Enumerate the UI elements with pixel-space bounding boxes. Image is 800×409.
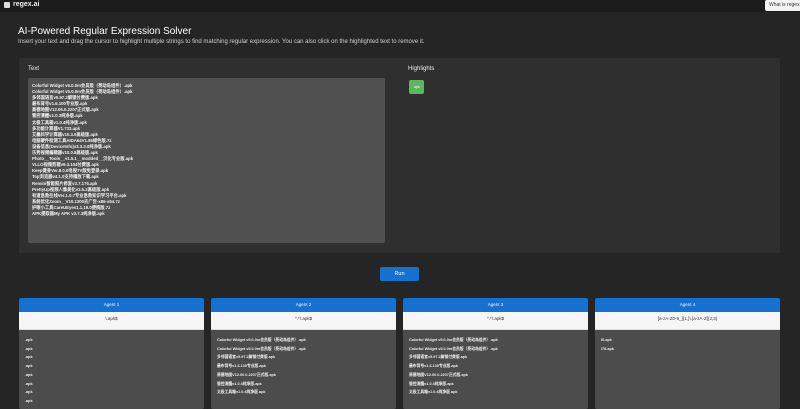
result-item: Colorful Widget v5.0.0m会员版（亮动岛组件）.apk	[217, 338, 306, 342]
agent-card-3: Agent 3 ^.*\.apk$ Colorful Widget v5.0.0…	[403, 298, 588, 409]
page-subtitle: Insert your text and drag the cursor to …	[18, 39, 425, 45]
result-item: .apk	[25, 381, 33, 386]
text-input-area[interactable]: Colorful Widget v5.0.0m会员版（亮动岛组件）.apk Col…	[28, 78, 385, 243]
agent-card-1: Agent 1 \.apk$ .apk .apk .apk .apk .apk .apk.…	[19, 298, 204, 409]
result-item: 太极工具箱v1.0.4纯净版.apk	[217, 390, 266, 395]
page-title: AI-Powered Regular Expression Solver	[18, 26, 192, 37]
result-item: .apk	[25, 338, 33, 342]
agent-title: Agent 2	[211, 298, 396, 312]
result-item: 最布背号v1.6.100专业版.apk	[217, 364, 266, 369]
editor-panel: Text Highlights Colorful Widget v5.0.0m会…	[19, 58, 780, 253]
highlights-label: Highlights	[408, 66, 435, 72]
result-item: .apk	[25, 355, 33, 360]
result-item: Colorful Widget v5.0.0m会员版（亮动岛组件）.apk	[217, 346, 306, 351]
result-item: 管控清醒v1.0.3纯净版.apk	[409, 381, 454, 386]
result-item: .apk	[25, 346, 33, 351]
agent-results: .apk .apk .apk .apk .apk .apk .apk .apk	[19, 330, 204, 406]
result-item: Colorful Widget v5.0.0m会员版（亮动岛组件）.apk	[409, 346, 498, 351]
agent-regex[interactable]: \.apk$	[19, 312, 204, 330]
top-bar: regex.ai What is regex	[0, 0, 800, 12]
result-item: l0.apk	[601, 338, 612, 342]
logo-icon	[4, 1, 10, 8]
what-is-regex-button[interactable]: What is regex	[765, 0, 800, 11]
result-item: 多邻国语言v5.97.2解锁付费版.apk	[409, 355, 468, 360]
result-item: 高德地图V12.06.0.2207正式版.apk	[409, 372, 468, 377]
run-button[interactable]: Run	[380, 267, 419, 281]
result-item: .apk	[25, 390, 33, 395]
text-line[interactable]: APK提取器My APK v3.7.3纯净版.apk	[32, 211, 381, 217]
app-name: regex.ai	[13, 1, 40, 8]
agent-title: Agent 4	[595, 298, 780, 312]
logo[interactable]: regex.ai	[4, 1, 39, 8]
agent-results: Colorful Widget v5.0.0m会员版（亮动岛组件）.apk Col…	[403, 330, 588, 397]
agent-regex[interactable]: ^.*\.apk$	[403, 312, 588, 330]
agent-title: Agent 1	[19, 298, 204, 312]
result-item: Colorful Widget v5.0.0m会员版（亮动岛组件）.apk	[409, 338, 498, 342]
agent-regex[interactable]: [a-zA-Z0-9_]{1,}\.[a-zA-Z]{2,3}	[595, 312, 780, 330]
agent-results: Colorful Widget v5.0.0m会员版（亮动岛组件）.apk Col…	[211, 330, 396, 397]
highlight-chip[interactable]: .apk	[409, 80, 424, 94]
agent-card-4: Agent 4 [a-zA-Z0-9_]{1,}\.[a-zA-Z]{2,3} …	[595, 298, 780, 409]
text-label: Text	[28, 66, 40, 72]
agent-results: l0.apk l78.apk	[595, 330, 780, 353]
result-item: 太极工具箱v1.0.4纯净版.apk	[409, 390, 458, 395]
result-item: .apk	[25, 372, 33, 377]
agent-regex[interactable]: ^.*\.apk$	[211, 312, 396, 330]
agent-card-2: Agent 2 ^.*\.apk$ Colorful Widget v5.0.0…	[211, 298, 396, 409]
result-item: 最布背号v1.6.100专业版.apk	[409, 364, 458, 369]
result-item: .apk	[25, 398, 33, 403]
result-item: 管控清醒v1.0.3纯净版.apk	[217, 381, 262, 386]
result-item: .apk	[25, 364, 33, 369]
result-item: l78.apk	[601, 346, 614, 351]
result-item: 高德地图V12.06.0.2207正式版.apk	[217, 372, 276, 377]
agent-title: Agent 3	[403, 298, 588, 312]
result-item: 多邻国语言v5.97.2解锁付费版.apk	[217, 355, 276, 360]
